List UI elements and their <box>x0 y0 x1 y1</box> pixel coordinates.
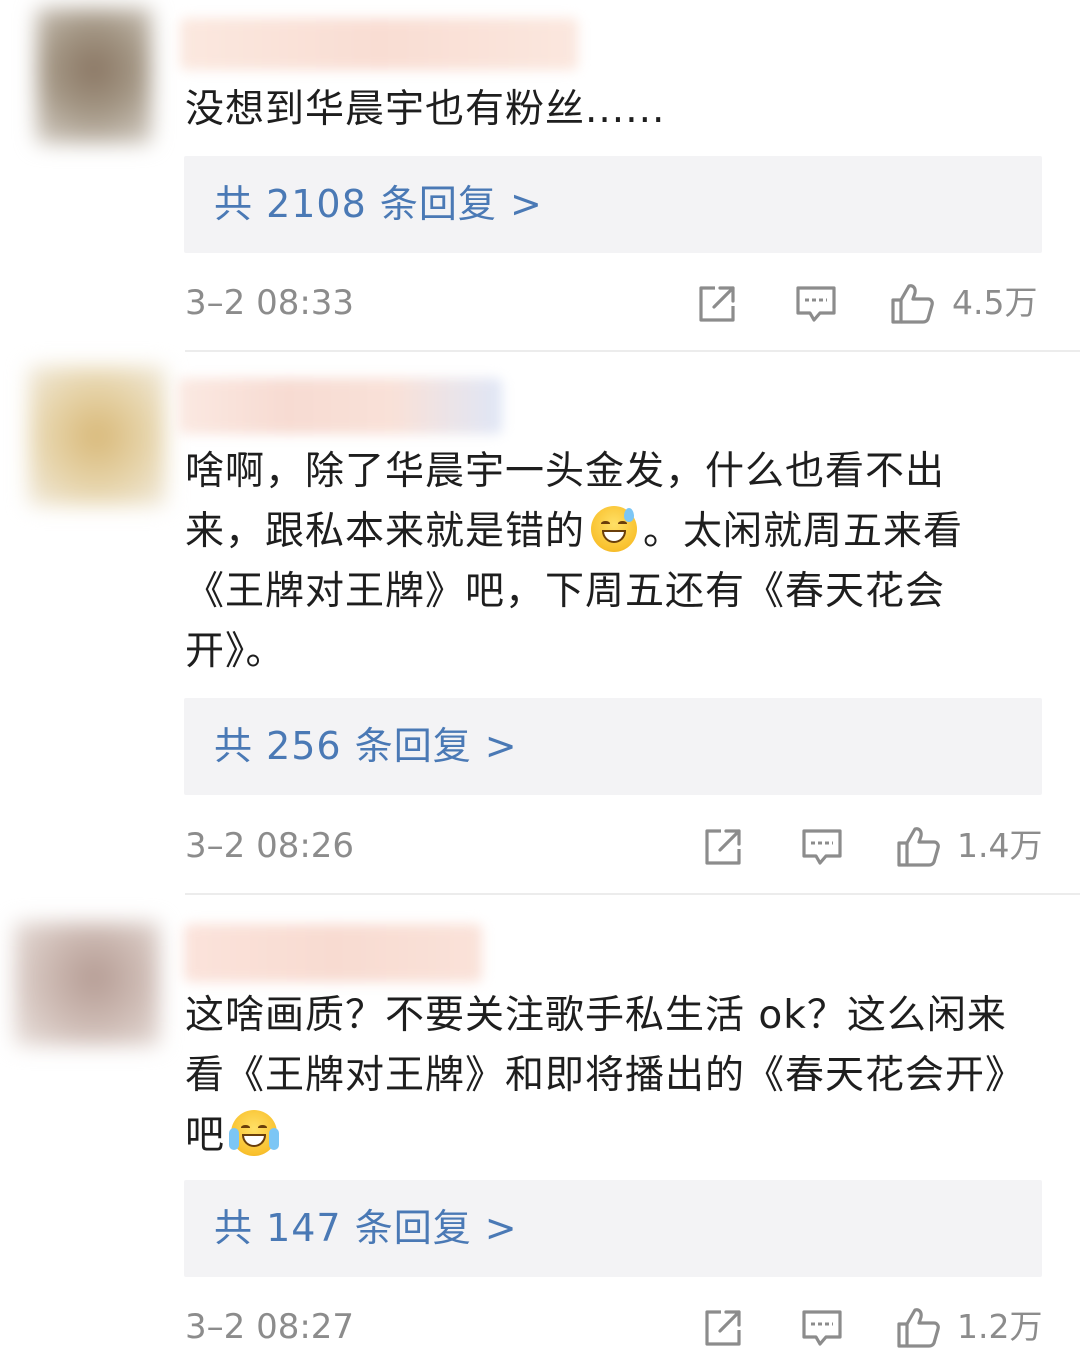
comment-meta: 3–2 08:33 4.5万 <box>0 273 1080 333</box>
reply-count-label: 共 256 条回复 > <box>214 724 518 768</box>
comment-icon[interactable] <box>794 283 838 325</box>
like-count: 1.4万 <box>957 826 1043 865</box>
share-icon[interactable] <box>696 283 738 325</box>
crying-smile-emoji <box>229 1110 280 1156</box>
comment-text: 啥啊，除了华晨宇一头金发，什么也看不出来，跟私本来就是错的 。太闲就周五来看《王牌… <box>185 442 995 682</box>
reply-count-button[interactable]: 共 147 条回复 > <box>184 1180 1042 1277</box>
comment-item: 这啥画质？不要关注歌手私生活 ok？这么闲来看《王牌对王牌》和即将播出的《春天花… <box>0 894 1080 1371</box>
username[interactable] <box>178 378 502 434</box>
comment-text-part1: 这啥画质？不要关注歌手私生活 ok？这么闲来看《王牌对王牌》和即将播出的《春天花… <box>185 993 1026 1158</box>
comment-time: 3–2 08:27 <box>185 1307 355 1347</box>
comment-item: 没想到华晨宇也有粉丝...... 共 2108 条回复 > 3–2 08:33 … <box>0 0 1080 352</box>
like-count: 4.5万 <box>952 283 1038 322</box>
thumbs-up-icon[interactable] <box>889 281 935 325</box>
reply-count-label: 共 147 条回复 > <box>214 1206 518 1250</box>
username[interactable] <box>180 18 578 70</box>
comment-time: 3–2 08:33 <box>185 283 355 323</box>
comment-text-content: 没想到华晨宇也有粉丝...... <box>185 87 666 132</box>
comment-item: 啥啊，除了华晨宇一头金发，什么也看不出来，跟私本来就是错的 。太闲就周五来看《王牌… <box>0 352 1080 895</box>
username[interactable] <box>184 924 482 982</box>
thumbs-up-icon[interactable] <box>895 824 941 868</box>
grinning-sweat-emoji <box>591 506 638 552</box>
share-icon[interactable] <box>702 1307 744 1349</box>
comment-text: 没想到华晨宇也有粉丝...... <box>185 80 1035 140</box>
comment-icon[interactable] <box>800 1307 844 1349</box>
comment-text: 这啥画质？不要关注歌手私生活 ok？这么闲来看《王牌对王牌》和即将播出的《春天花… <box>185 986 1025 1166</box>
avatar[interactable] <box>14 922 160 1046</box>
comment-icon[interactable] <box>800 826 844 868</box>
comment-time: 3–2 08:26 <box>185 826 355 866</box>
avatar[interactable] <box>28 366 166 506</box>
reply-count-label: 共 2108 条回复 > <box>214 182 543 226</box>
comment-meta: 3–2 08:26 1.4万 <box>0 816 1080 876</box>
share-icon[interactable] <box>702 826 744 868</box>
like-count: 1.2万 <box>957 1307 1043 1346</box>
reply-count-button[interactable]: 共 256 条回复 > <box>184 698 1042 795</box>
comment-meta: 3–2 08:27 1.2万 <box>0 1297 1080 1357</box>
reply-count-button[interactable]: 共 2108 条回复 > <box>184 156 1042 253</box>
thumbs-up-icon[interactable] <box>895 1305 941 1349</box>
avatar[interactable] <box>36 8 152 144</box>
